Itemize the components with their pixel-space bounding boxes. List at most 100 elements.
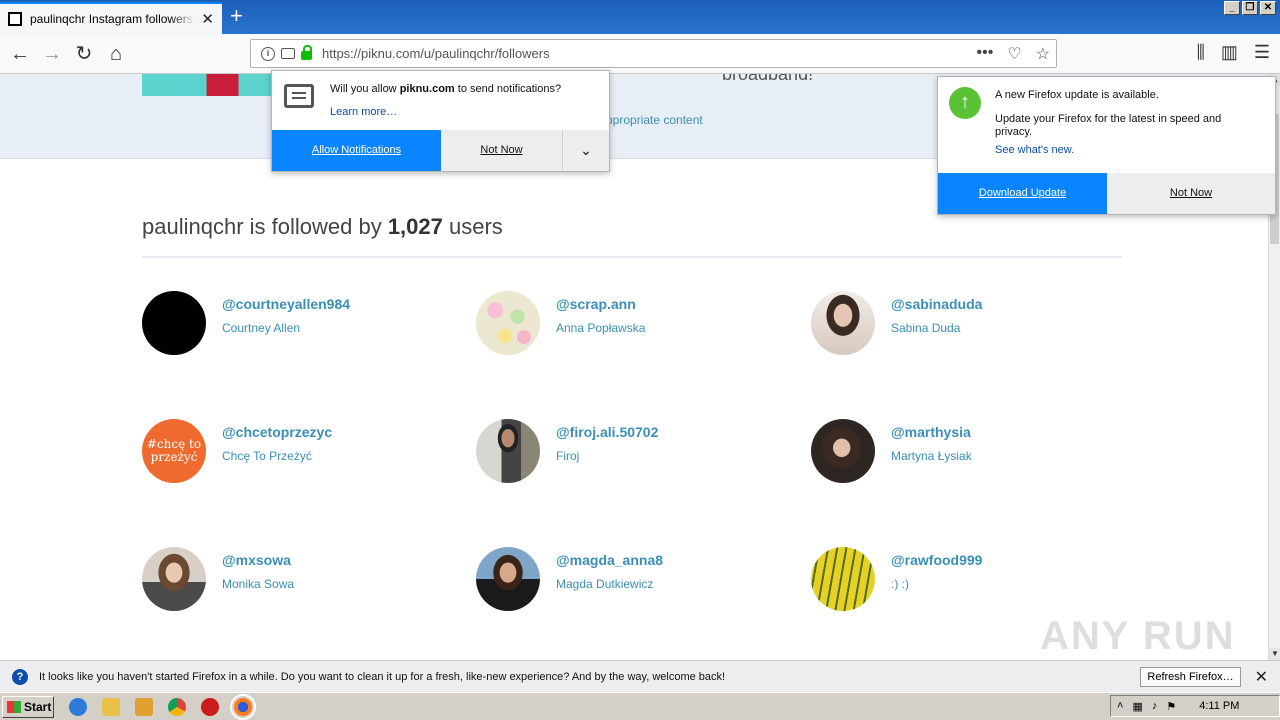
- question-icon: ?: [12, 668, 28, 685]
- follower-card[interactable]: @scrap.ann Anna Popławska: [476, 291, 796, 361]
- refresh-firefox-button[interactable]: Refresh Firefox…: [1140, 666, 1241, 687]
- avatar[interactable]: [476, 291, 540, 355]
- update-arrow-icon: ↑: [949, 87, 981, 119]
- internet-explorer-icon[interactable]: [69, 697, 87, 716]
- update-title: A new Firefox update is available.: [995, 89, 1159, 101]
- close-icon[interactable]: ✕: [1255, 667, 1268, 687]
- bookmark-star-icon[interactable]: ☆: [1036, 44, 1050, 64]
- url-bar[interactable]: i https://piknu.com/u/paulinqchr/followe…: [250, 39, 1057, 68]
- browser-tab[interactable]: paulinqchr Instagram followers - Pi ✕: [0, 2, 222, 34]
- page-title: paulinqchr is followed by 1,027 users: [142, 214, 503, 239]
- not-now-button[interactable]: Not Now: [441, 130, 563, 171]
- follower-handle[interactable]: @mxsowa: [222, 552, 291, 568]
- follower-card[interactable]: @magda_anna8 Magda Dutkiewicz: [476, 547, 796, 617]
- library-icon[interactable]: ⫼: [1197, 42, 1205, 63]
- avatar[interactable]: [811, 291, 875, 355]
- site-info-icon[interactable]: i: [261, 46, 275, 61]
- inappropriate-content-link[interactable]: ppropriate content: [606, 113, 703, 127]
- sidebar-icon[interactable]: ▥: [1221, 42, 1238, 63]
- banner-text: broadband!: [722, 74, 814, 84]
- windows-taskbar: Start ˄ ▦ ♪ ⚑ 4:11 PM: [0, 692, 1280, 720]
- notification-permission-icon[interactable]: [281, 48, 295, 59]
- pocket-icon[interactable]: ♡: [1007, 44, 1021, 64]
- follower-handle[interactable]: @scrap.ann: [556, 296, 636, 312]
- tray-expand-icon[interactable]: ˄: [1117, 700, 1123, 712]
- avatar[interactable]: [811, 547, 875, 611]
- lock-icon: [301, 45, 312, 60]
- follower-card[interactable]: @mxsowa Monika Sowa: [142, 547, 462, 617]
- back-icon[interactable]: ←: [6, 40, 34, 68]
- hamburger-menu-icon[interactable]: ☰: [1254, 42, 1270, 63]
- minimize-icon[interactable]: _: [1224, 1, 1240, 15]
- volume-icon[interactable]: ♪: [1152, 700, 1158, 712]
- clock[interactable]: 4:11 PM: [1199, 700, 1239, 712]
- file-explorer-icon[interactable]: [102, 697, 120, 716]
- page-favicon-icon: [8, 12, 22, 26]
- follower-handle[interactable]: @sabinaduda: [891, 296, 982, 312]
- download-update-button[interactable]: Download Update: [938, 173, 1107, 214]
- windows-logo-icon: [7, 700, 21, 713]
- follower-card[interactable]: @sabinaduda Sabina Duda: [811, 291, 1131, 361]
- follower-name[interactable]: Courtney Allen: [222, 321, 300, 335]
- follower-card[interactable]: @rawfood999 :) :): [811, 547, 1131, 617]
- avatar[interactable]: [476, 419, 540, 483]
- network-icon[interactable]: ▦: [1132, 700, 1142, 713]
- anyrun-watermark: ANY RUN: [1040, 614, 1236, 658]
- restore-icon[interactable]: ❐: [1242, 1, 1258, 15]
- whats-new-link[interactable]: See what's new.: [995, 144, 1074, 156]
- refresh-firefox-notification-bar: ? It looks like you haven't started Fire…: [0, 660, 1280, 692]
- avatar[interactable]: [142, 547, 206, 611]
- follower-name[interactable]: Sabina Duda: [891, 321, 960, 335]
- window-close-icon[interactable]: ✕: [1260, 1, 1276, 15]
- chrome-icon[interactable]: [168, 697, 186, 716]
- avatar[interactable]: [142, 291, 206, 355]
- follower-name[interactable]: Firoj: [556, 449, 579, 463]
- follower-name[interactable]: Anna Popławska: [556, 321, 645, 335]
- learn-more-link[interactable]: Learn more…: [330, 106, 397, 118]
- follower-card[interactable]: #chcę to przeżyć @chcetoprzezyc Chcę To …: [142, 419, 462, 489]
- follower-name[interactable]: Magda Dutkiewicz: [556, 577, 653, 591]
- media-player-icon[interactable]: [135, 697, 153, 716]
- update-available-popup: ↑ A new Firefox update is available. Upd…: [937, 76, 1276, 215]
- tab-title: paulinqchr Instagram followers - Pi: [30, 12, 195, 26]
- follower-handle[interactable]: @firoj.ali.50702: [556, 424, 658, 440]
- follower-card[interactable]: @courtneyallen984 Courtney Allen: [142, 291, 462, 361]
- new-tab-icon[interactable]: +: [230, 5, 243, 27]
- chevron-down-icon[interactable]: ⌄: [563, 130, 609, 171]
- follower-name[interactable]: Martyna Łysiak: [891, 449, 972, 463]
- page-actions-icon[interactable]: •••: [977, 44, 994, 64]
- firefox-icon[interactable]: [230, 693, 256, 720]
- follower-card[interactable]: @firoj.ali.50702 Firoj: [476, 419, 796, 489]
- follower-name[interactable]: Monika Sowa: [222, 577, 294, 591]
- forward-icon[interactable]: →: [38, 40, 66, 68]
- reload-icon[interactable]: ↻: [70, 40, 98, 68]
- url-text[interactable]: https://piknu.com/u/paulinqchr/followers: [322, 46, 977, 61]
- divider: [142, 256, 1122, 258]
- follower-handle[interactable]: @magda_anna8: [556, 552, 663, 568]
- follower-handle[interactable]: @courtneyallen984: [222, 296, 350, 312]
- notification-chat-icon: [284, 84, 314, 108]
- update-not-now-button[interactable]: Not Now: [1107, 173, 1275, 214]
- avatar[interactable]: [476, 547, 540, 611]
- avatar[interactable]: [811, 419, 875, 483]
- start-button[interactable]: Start: [2, 695, 54, 718]
- browser-titlebar: paulinqchr Instagram followers - Pi ✕ + …: [0, 0, 1280, 34]
- follower-handle[interactable]: @chcetoprzezyc: [222, 424, 332, 440]
- notification-permission-popup: Will you allow piknu.com to send notific…: [271, 70, 610, 172]
- window-controls: _ ❐ ✕: [1224, 1, 1276, 15]
- banner-image[interactable]: [142, 74, 276, 96]
- home-icon[interactable]: ⌂: [102, 40, 130, 68]
- follower-name[interactable]: :) :): [891, 577, 909, 591]
- allow-notifications-button[interactable]: Allow Notifications: [272, 130, 441, 171]
- follower-handle[interactable]: @rawfood999: [891, 552, 982, 568]
- flag-icon[interactable]: ⚑: [1166, 700, 1176, 713]
- follower-name[interactable]: Chcę To Przeżyć: [222, 449, 312, 463]
- notification-message: Will you allow piknu.com to send notific…: [330, 83, 562, 95]
- follower-handle[interactable]: @marthysia: [891, 424, 971, 440]
- follower-card[interactable]: @marthysia Martyna Łysiak: [811, 419, 1131, 489]
- scroll-down-icon[interactable]: ▼: [1269, 648, 1280, 660]
- avatar[interactable]: #chcę to przeżyć: [142, 419, 206, 483]
- tab-close-icon[interactable]: ✕: [201, 10, 214, 28]
- system-tray: ˄ ▦ ♪ ⚑ 4:11 PM: [1110, 695, 1280, 717]
- opera-icon[interactable]: [201, 697, 219, 716]
